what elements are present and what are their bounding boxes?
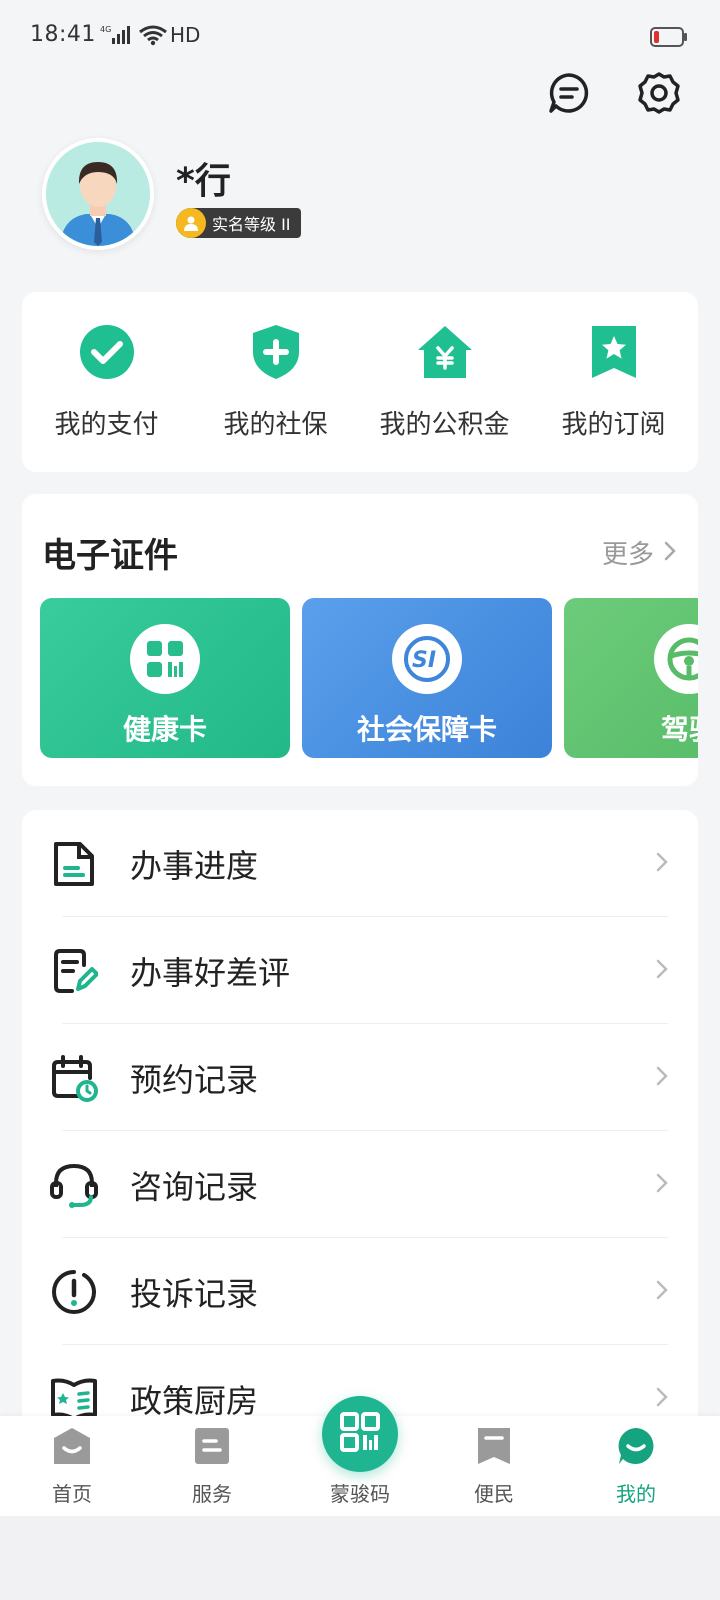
avatar[interactable]: [42, 138, 154, 250]
service-tab-icon: [192, 1426, 232, 1470]
home-tab-icon: [52, 1426, 92, 1470]
check-circle-icon: [77, 322, 137, 386]
tab-me[interactable]: 我的: [586, 1426, 686, 1507]
menu-item-label: 政策厨房: [130, 1381, 259, 1420]
certificates-carousel[interactable]: 健康卡 SI 社会保障卡 驾: [40, 598, 698, 758]
shield-plus-icon: [246, 322, 306, 386]
quick-action-label: 我的支付: [54, 410, 159, 440]
chevron-right-icon: [656, 1387, 668, 1411]
chevron-right-icon: [656, 959, 668, 983]
menu-item-progress[interactable]: 办事进度: [22, 810, 698, 917]
verification-badge[interactable]: 实名等级 II: [176, 208, 301, 238]
menu-item-label: 预约记录: [130, 1060, 259, 1099]
hd-label: HD: [170, 23, 201, 47]
certificates-card: 电子证件 更多 健康卡 SI 社会保障卡 驾: [22, 494, 698, 786]
svg-text:SI: SI: [412, 648, 436, 673]
menu-item-label: 投诉记录: [130, 1274, 259, 1313]
menu-item-complaints[interactable]: 投诉记录: [22, 1238, 698, 1345]
menu-item-label: 办事进度: [130, 846, 259, 885]
user-name: *行: [176, 161, 231, 202]
chevron-right-icon: [656, 1280, 668, 1304]
calendar-clock-icon: [50, 1054, 98, 1102]
health-code-icon: [130, 624, 200, 694]
svg-text:4G: 4G: [100, 25, 111, 34]
menu-item-label: 办事好差评: [130, 953, 291, 992]
health-card-tile[interactable]: 健康卡: [40, 598, 290, 758]
chevron-right-icon: [664, 538, 676, 568]
tab-qr-code[interactable]: [322, 1396, 398, 1472]
menu-item-consultations[interactable]: 咨询记录: [22, 1131, 698, 1238]
driver-license-tile[interactable]: 驾驶: [564, 598, 698, 758]
social-security-icon: SI: [392, 624, 462, 694]
profile-screen: 18:41 4G HD *行 实名等级 II 我的支付 我的社保 我的公积金 我…: [0, 0, 720, 1600]
system-nav-area: [0, 1516, 720, 1600]
chevron-right-icon: [656, 1173, 668, 1197]
battery-icon: [650, 26, 688, 52]
bottom-navigation: 首页 服务 蒙骏码 便民 我的: [0, 1396, 720, 1516]
menu-item-label: 咨询记录: [130, 1167, 259, 1206]
tab-label: 服务: [192, 1482, 232, 1506]
quick-action-label: 我的社保: [223, 410, 328, 440]
certificate-label: 驾驶: [660, 713, 698, 746]
tab-services[interactable]: 服务: [162, 1426, 262, 1507]
menu-list: 办事进度 办事好差评 预约记录 咨询记录 投诉记录 政策厨房: [22, 810, 698, 1430]
quick-action-social-security[interactable]: 我的社保: [191, 292, 360, 472]
document-progress-icon: [50, 840, 98, 888]
status-bar: 18:41 4G HD: [0, 0, 720, 72]
certificate-label: 社会保障卡: [356, 713, 497, 746]
wifi-icon: [138, 24, 168, 50]
headset-icon: [50, 1161, 98, 1209]
exclamation-circle-icon: [50, 1268, 98, 1316]
qr-code-icon: [340, 1412, 380, 1456]
verification-level: 实名等级 II: [212, 215, 291, 234]
more-label: 更多: [601, 540, 654, 570]
quick-action-subscription[interactable]: 我的订阅: [529, 292, 698, 472]
quick-actions-card: 我的支付 我的社保 我的公积金 我的订阅: [22, 292, 698, 472]
cellular-signal-icon: 4G: [100, 24, 130, 50]
tab-home[interactable]: 首页: [22, 1426, 122, 1507]
social-security-card-tile[interactable]: SI 社会保障卡: [302, 598, 552, 758]
menu-item-review[interactable]: 办事好差评: [22, 917, 698, 1024]
chevron-right-icon: [656, 1066, 668, 1090]
status-time: 18:41: [30, 22, 96, 47]
steering-wheel-icon: [654, 624, 698, 694]
verified-user-icon: [176, 208, 206, 238]
house-yen-icon: [415, 322, 475, 386]
profile-tab-icon: [616, 1426, 656, 1470]
tab-label: 首页: [52, 1482, 92, 1506]
section-title: 电子证件: [42, 536, 178, 576]
gear-icon[interactable]: [632, 66, 686, 120]
more-link[interactable]: 更多: [602, 534, 676, 571]
message-icon[interactable]: [542, 66, 596, 120]
bookmark-tab-icon: [474, 1426, 514, 1470]
menu-item-appointments[interactable]: 预约记录: [22, 1024, 698, 1131]
tab-label: 便民: [474, 1482, 514, 1506]
review-edit-icon: [50, 947, 99, 995]
tab-convenience[interactable]: 便民: [444, 1426, 544, 1507]
quick-action-payment[interactable]: 我的支付: [22, 292, 191, 472]
quick-action-label: 我的公积金: [379, 410, 510, 440]
quick-action-label: 我的订阅: [561, 410, 666, 440]
chevron-right-icon: [656, 852, 668, 876]
tab-label: 我的: [616, 1482, 656, 1506]
tab-label: 蒙骏码: [330, 1482, 390, 1506]
quick-action-housing-fund[interactable]: 我的公积金: [360, 292, 529, 472]
bookmark-star-icon: [584, 322, 644, 386]
certificate-label: 健康卡: [122, 713, 207, 746]
